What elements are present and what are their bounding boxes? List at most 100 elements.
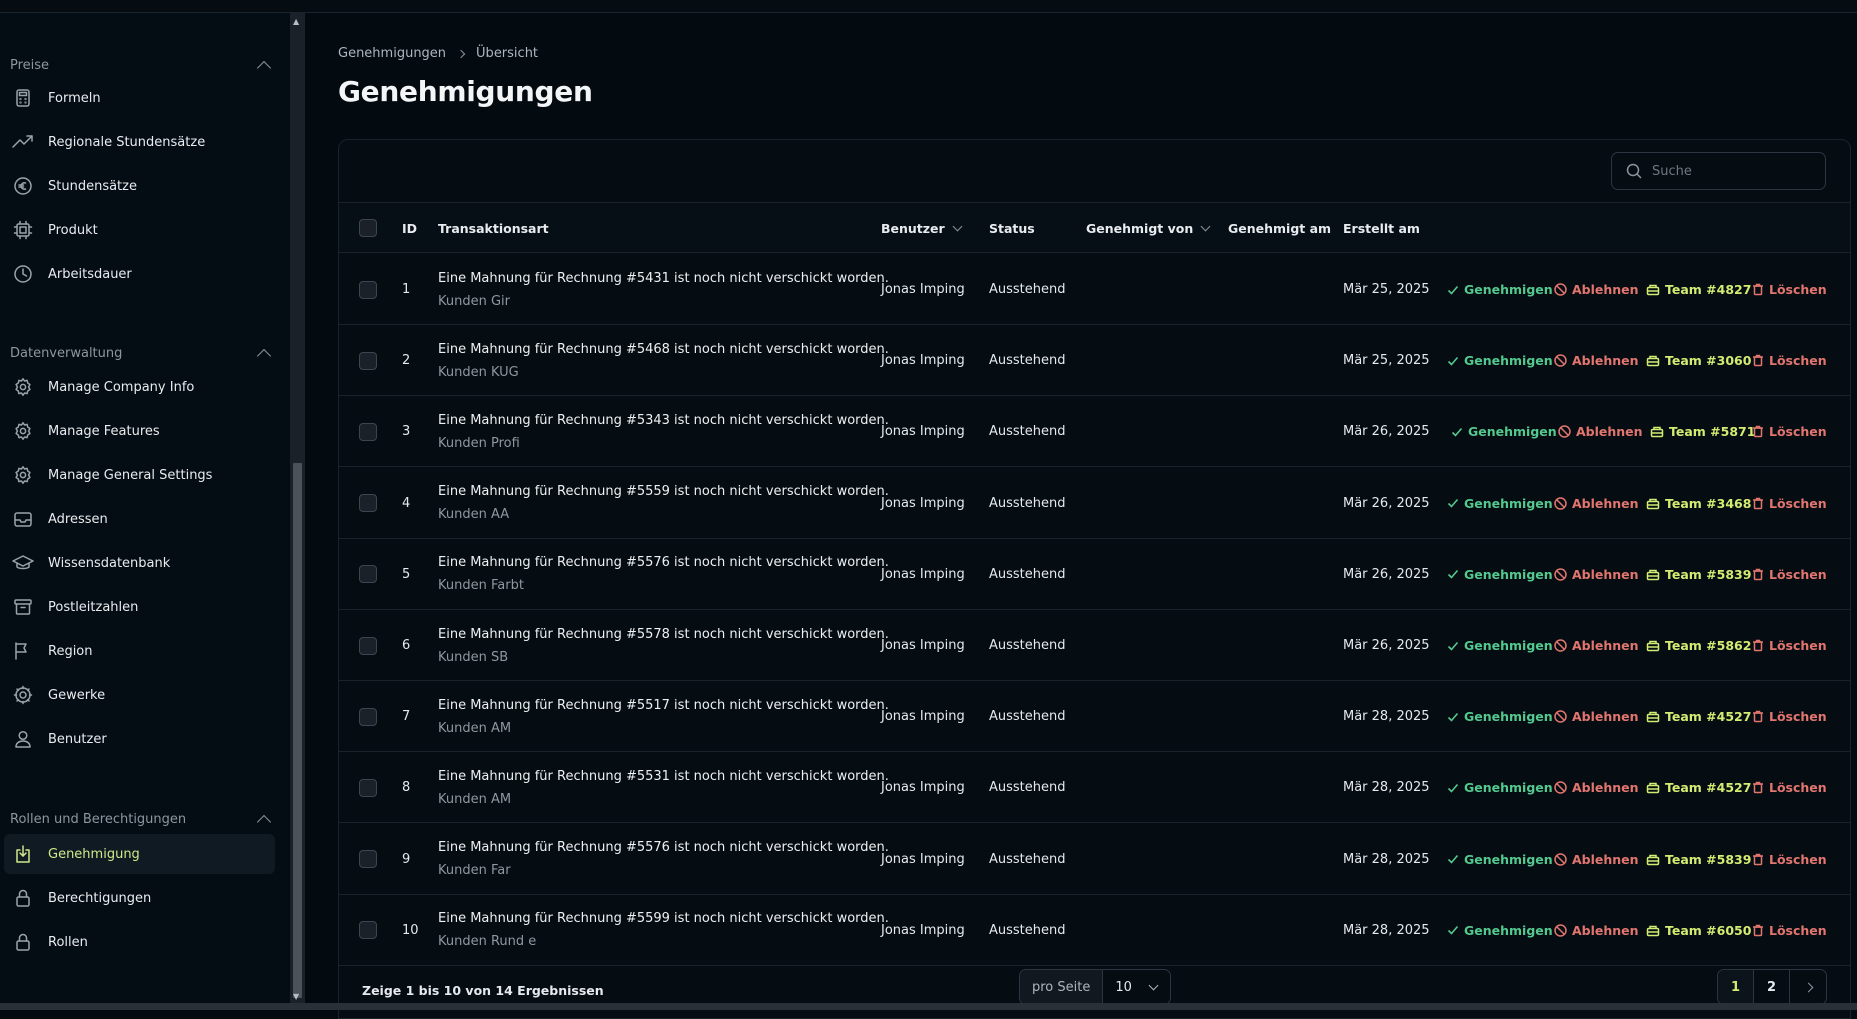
chevron-up-icon[interactable] <box>256 814 272 829</box>
delete-button[interactable]: Löschen <box>1752 496 1827 511</box>
team-link[interactable]: Team #5862 <box>1646 638 1751 653</box>
select-all-checkbox[interactable] <box>359 219 377 237</box>
sidebar-item-benutzer[interactable]: Benutzer <box>4 719 275 759</box>
per-page-dropdown[interactable]: 10 <box>1103 970 1170 1004</box>
approve-button[interactable]: Genehmigen <box>1447 353 1553 368</box>
column-header-id[interactable]: ID <box>402 203 417 253</box>
column-header-created-at[interactable]: Erstellt am <box>1343 203 1420 253</box>
sidebar-scrollbar[interactable]: ▲ ▼ <box>290 13 305 1005</box>
sidebar-item-manage-company-info[interactable]: Manage Company Info <box>4 367 275 407</box>
sidebar-item-formeln[interactable]: Formeln <box>4 78 275 118</box>
per-page-select[interactable]: pro Seite 10 <box>1019 969 1172 1005</box>
sidebar-item-arbeitsdauer[interactable]: Arbeitsdauer <box>4 254 275 294</box>
search-input[interactable] <box>1652 163 1812 179</box>
breadcrumb-parent[interactable]: Genehmigungen <box>338 46 446 61</box>
column-header-user[interactable]: Benutzer <box>881 203 963 253</box>
page-button-2[interactable]: 2 <box>1754 970 1790 1004</box>
sidebar-item-postleitzahlen[interactable]: Postleitzahlen <box>4 587 275 627</box>
sidebar-item-stundensätze[interactable]: Stundensätze <box>4 166 275 206</box>
table-row[interactable]: 9 Eine Mahnung für Rechnung #5576 ist no… <box>339 824 1850 895</box>
row-checkbox[interactable] <box>359 565 377 584</box>
reject-button[interactable]: Ablehnen <box>1554 567 1639 582</box>
row-checkbox[interactable] <box>359 850 377 869</box>
sidebar-item-rollen[interactable]: Rollen <box>4 922 275 962</box>
column-header-approved-by[interactable]: Genehmigt von <box>1086 203 1211 253</box>
row-checkbox[interactable] <box>359 636 377 655</box>
delete-button[interactable]: Löschen <box>1752 353 1827 368</box>
approve-button[interactable]: Genehmigen <box>1447 282 1553 297</box>
reject-button[interactable]: Ablehnen <box>1554 496 1639 511</box>
team-link[interactable]: Team #4527 <box>1646 780 1751 795</box>
sidebar-item-genehmigung[interactable]: Genehmigung <box>4 834 275 874</box>
row-checkbox[interactable] <box>359 422 377 441</box>
row-checkbox[interactable] <box>359 921 377 940</box>
delete-button[interactable]: Löschen <box>1752 282 1827 297</box>
sidebar-item-regionale-stundensätze[interactable]: Regionale Stundensätze <box>4 122 275 162</box>
sidebar-item-region[interactable]: Region <box>4 631 275 671</box>
table-row[interactable]: 3 Eine Mahnung für Rechnung #5343 ist no… <box>339 396 1850 468</box>
delete-button[interactable]: Löschen <box>1752 709 1827 724</box>
delete-button[interactable]: Löschen <box>1752 852 1827 867</box>
row-checkbox[interactable] <box>359 280 377 299</box>
approve-button[interactable]: Genehmigen <box>1447 780 1553 795</box>
sidebar-item-adressen[interactable]: Adressen <box>4 499 275 539</box>
approve-button[interactable]: Genehmigen <box>1447 496 1553 511</box>
table-row[interactable]: 10 Eine Mahnung für Rechnung #5599 ist n… <box>339 895 1850 966</box>
reject-button[interactable]: Ablehnen <box>1554 638 1639 653</box>
column-header-approved-at[interactable]: Genehmigt am <box>1228 203 1331 253</box>
sidebar-item-manage-features[interactable]: Manage Features <box>4 411 275 451</box>
sidebar-item-wissensdatenbank[interactable]: Wissensdatenbank <box>4 543 275 583</box>
team-link[interactable]: Team #3060 <box>1646 353 1751 368</box>
reject-button[interactable]: Ablehnen <box>1554 282 1639 297</box>
reject-button[interactable]: Ablehnen <box>1558 424 1643 439</box>
approve-button[interactable]: Genehmigen <box>1447 709 1553 724</box>
scroll-up-arrow-icon[interactable]: ▲ <box>293 17 299 26</box>
team-link[interactable]: Team #5839 <box>1646 852 1751 867</box>
team-link[interactable]: Team #3468 <box>1646 496 1751 511</box>
delete-button[interactable]: Löschen <box>1752 567 1827 582</box>
table-row[interactable]: 5 Eine Mahnung für Rechnung #5576 ist no… <box>339 539 1850 610</box>
sidebar-item-produkt[interactable]: Produkt <box>4 210 275 250</box>
chevron-up-icon[interactable] <box>256 60 272 75</box>
scrollbar-thumb[interactable] <box>293 463 302 998</box>
column-header-type[interactable]: Transaktionsart <box>438 203 549 253</box>
row-checkbox[interactable] <box>359 351 377 370</box>
team-link[interactable]: Team #5871 <box>1650 424 1755 439</box>
team-link[interactable]: Team #6050 <box>1646 923 1751 938</box>
sidebar-section-2-header[interactable]: Datenverwaltung <box>10 341 275 365</box>
approve-button[interactable]: Genehmigen <box>1447 567 1553 582</box>
approve-button[interactable]: Genehmigen <box>1451 424 1557 439</box>
approve-button[interactable]: Genehmigen <box>1447 852 1553 867</box>
table-row[interactable]: 8 Eine Mahnung für Rechnung #5531 ist no… <box>339 752 1850 824</box>
row-checkbox[interactable] <box>359 707 377 726</box>
reject-button[interactable]: Ablehnen <box>1554 780 1639 795</box>
sidebar-item-berechtigungen[interactable]: Berechtigungen <box>4 878 275 918</box>
page-button-1[interactable]: 1 <box>1718 970 1754 1004</box>
delete-button[interactable]: Löschen <box>1752 780 1827 795</box>
table-row[interactable]: 6 Eine Mahnung für Rechnung #5578 ist no… <box>339 610 1850 681</box>
delete-button[interactable]: Löschen <box>1752 923 1827 938</box>
search-box[interactable] <box>1611 152 1826 190</box>
scroll-down-arrow-icon[interactable]: ▼ <box>293 992 299 1001</box>
table-row[interactable]: 7 Eine Mahnung für Rechnung #5517 ist no… <box>339 681 1850 753</box>
sidebar-item-manage-general-settings[interactable]: Manage General Settings <box>4 455 275 495</box>
chevron-up-icon[interactable] <box>256 348 272 363</box>
delete-button[interactable]: Löschen <box>1752 638 1827 653</box>
reject-button[interactable]: Ablehnen <box>1554 353 1639 368</box>
table-row[interactable]: 2 Eine Mahnung für Rechnung #5468 ist no… <box>339 325 1850 397</box>
approve-button[interactable]: Genehmigen <box>1447 638 1553 653</box>
table-row[interactable]: 1 Eine Mahnung für Rechnung #5431 ist no… <box>339 254 1850 325</box>
next-page-button[interactable] <box>1790 970 1826 1004</box>
team-link[interactable]: Team #5839 <box>1646 567 1751 582</box>
row-checkbox[interactable] <box>359 494 377 513</box>
reject-button[interactable]: Ablehnen <box>1554 709 1639 724</box>
table-row[interactable]: 4 Eine Mahnung für Rechnung #5559 ist no… <box>339 468 1850 539</box>
sidebar-item-gewerke[interactable]: Gewerke <box>4 675 275 715</box>
team-link[interactable]: Team #4527 <box>1646 709 1751 724</box>
approve-button[interactable]: Genehmigen <box>1447 923 1553 938</box>
sidebar-section-3-header[interactable]: Rollen und Berechtigungen <box>10 807 275 831</box>
column-header-status[interactable]: Status <box>989 203 1035 253</box>
row-checkbox[interactable] <box>359 778 377 797</box>
sidebar-section-1-header[interactable]: Preise <box>10 53 275 77</box>
team-link[interactable]: Team #4827 <box>1646 282 1751 297</box>
